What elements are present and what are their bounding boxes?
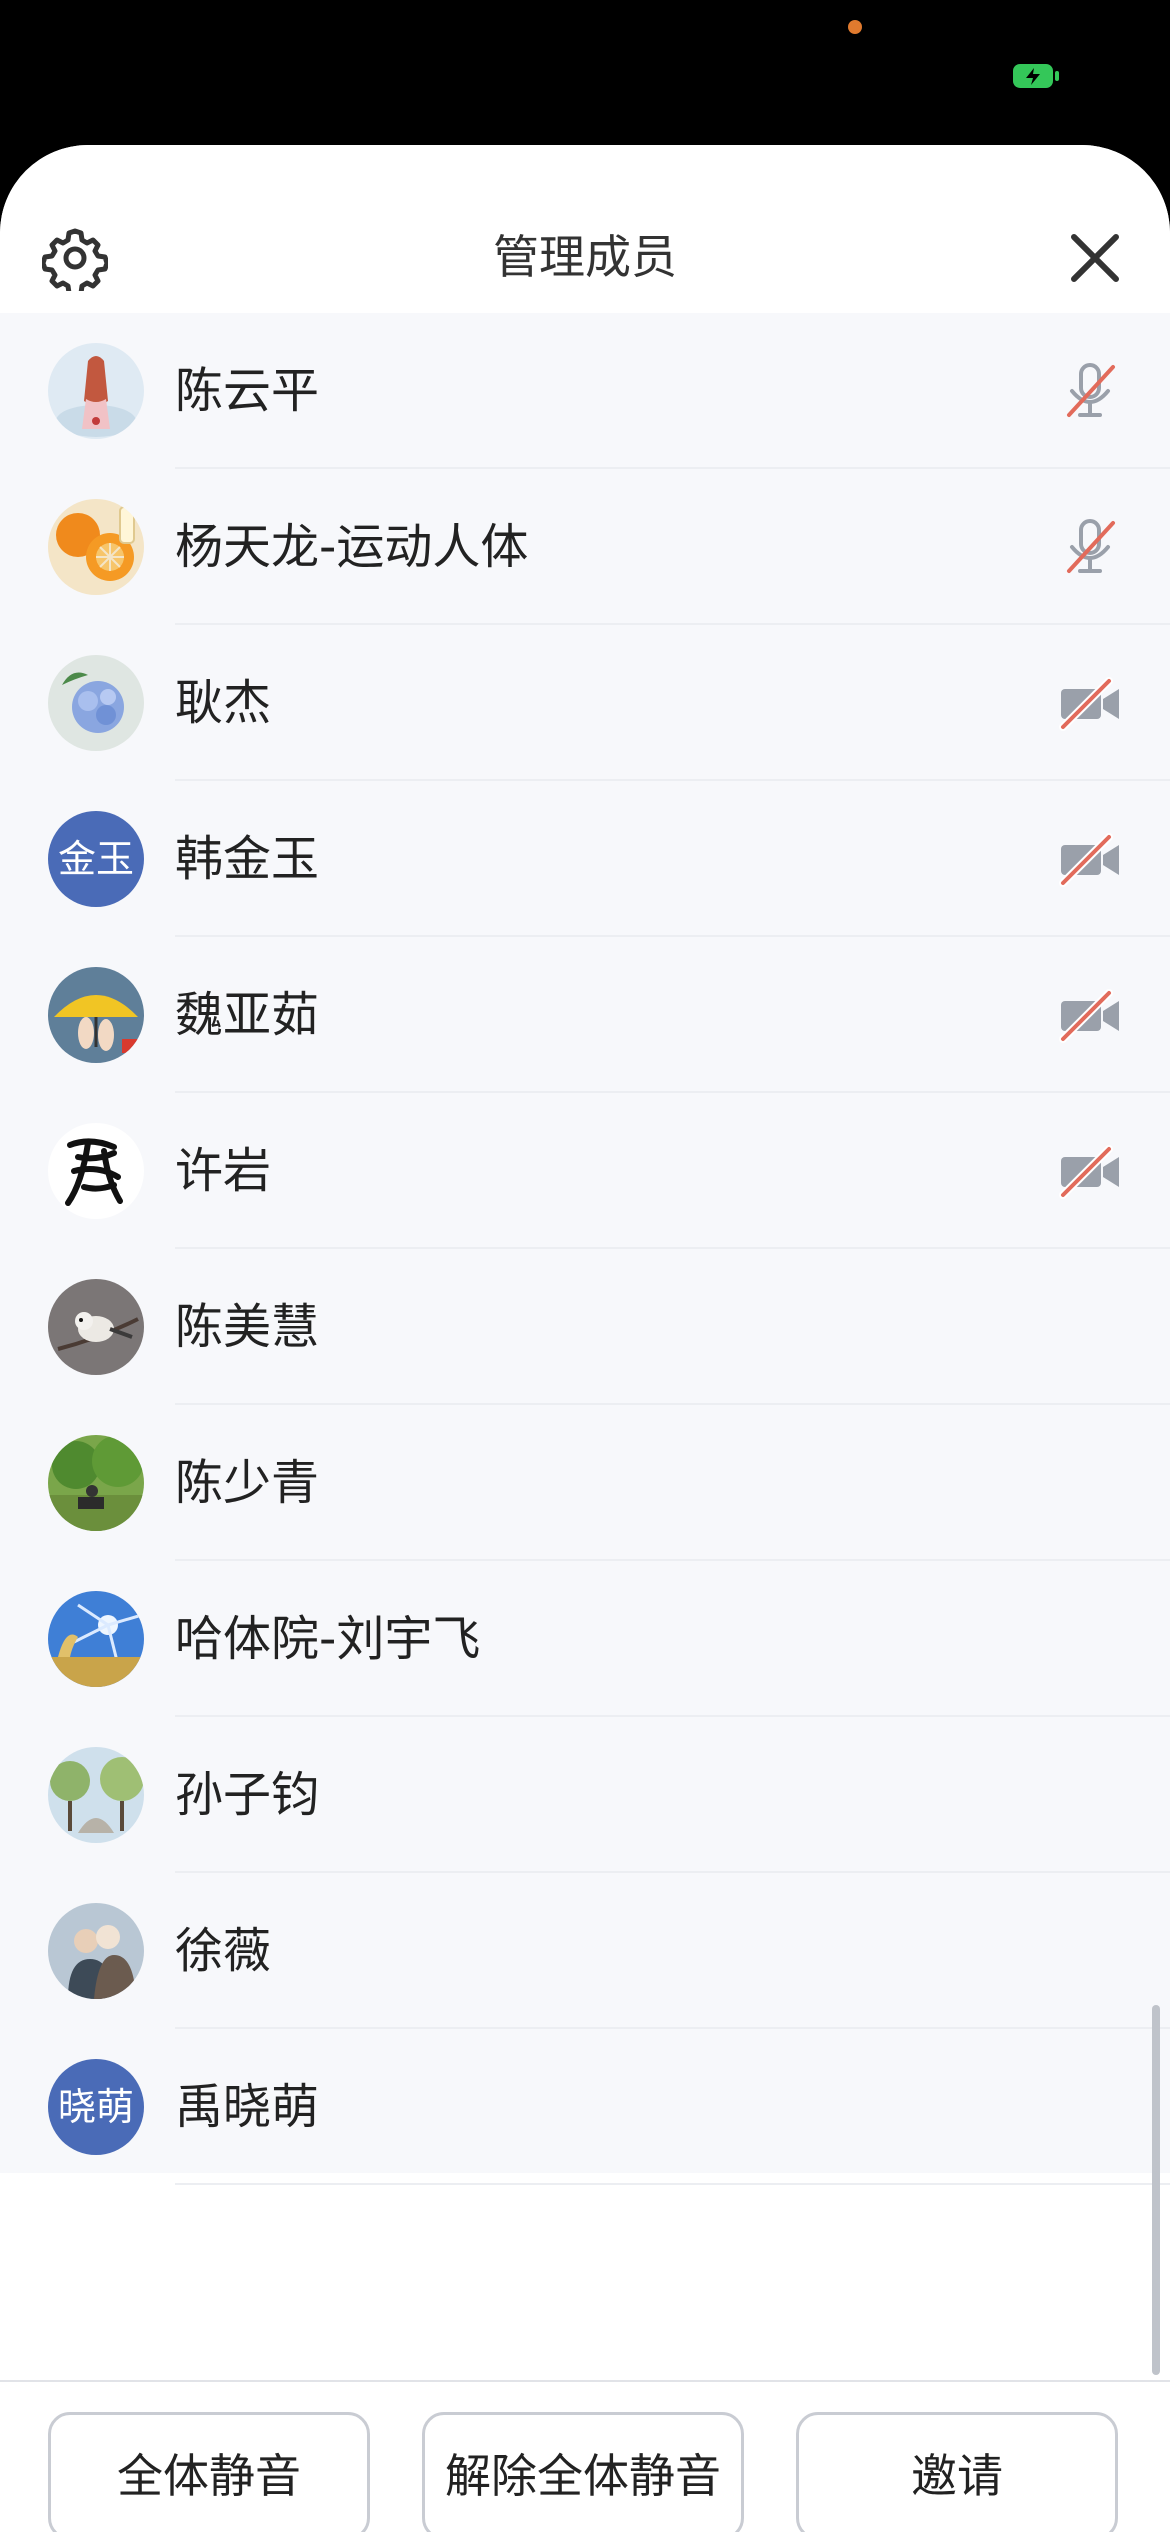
- member-row[interactable]: 孙子钧: [0, 1717, 1170, 1873]
- couple-avatar: [48, 1903, 144, 1999]
- member-row[interactable]: 许岩: [0, 1093, 1170, 1249]
- member-name: 禹晓萌: [175, 2079, 320, 2135]
- member-row[interactable]: 陈美慧: [0, 1249, 1170, 1405]
- umbrella-avatar: [48, 967, 144, 1063]
- video-off-icon[interactable]: [1055, 981, 1125, 1051]
- girl-painting-avatar: [48, 343, 144, 439]
- video-off-icon[interactable]: [1055, 1137, 1125, 1207]
- trees-avatar: [48, 1747, 144, 1843]
- member-row[interactable]: 杨天龙-运动人体: [0, 469, 1170, 625]
- manage-members-sheet: 管理成员 陈云平 杨天龙-运动人体 耿杰 金玉 韩金玉 魏亚茹 许岩 陈美慧 陈…: [0, 145, 1170, 2532]
- text-avatar: 晓萌: [48, 2059, 144, 2155]
- row-divider: [175, 2183, 1170, 2185]
- sheet-header: 管理成员: [0, 145, 1170, 313]
- list-scrollbar[interactable]: [1152, 2005, 1160, 2375]
- member-row[interactable]: 徐薇: [0, 1873, 1170, 2029]
- member-name: 杨天龙-运动人体: [175, 519, 529, 575]
- unmute-all-button[interactable]: 解除全体静音: [422, 2412, 744, 2532]
- member-name: 陈美慧: [175, 1299, 320, 1355]
- member-name: 韩金玉: [175, 831, 320, 887]
- member-row[interactable]: 晓萌 禹晓萌: [0, 2029, 1170, 2185]
- battery-charging-icon: [1013, 64, 1059, 88]
- invite-button[interactable]: 邀请: [796, 2412, 1118, 2532]
- member-row[interactable]: 金玉 韩金玉: [0, 781, 1170, 937]
- text-avatar: 金玉: [48, 811, 144, 907]
- close-icon[interactable]: [1062, 225, 1128, 291]
- member-name: 陈云平: [175, 363, 320, 419]
- page-title: 管理成员: [493, 230, 677, 284]
- video-off-icon[interactable]: [1055, 669, 1125, 739]
- video-off-icon[interactable]: [1055, 825, 1125, 895]
- member-row[interactable]: 耿杰: [0, 625, 1170, 781]
- mic-muted-icon[interactable]: [1055, 357, 1125, 427]
- member-list[interactable]: 陈云平 杨天龙-运动人体 耿杰 金玉 韩金玉 魏亚茹 许岩 陈美慧 陈少青 哈体…: [0, 313, 1170, 2185]
- mic-muted-icon[interactable]: [1055, 513, 1125, 583]
- member-name: 耿杰: [175, 675, 272, 731]
- privacy-indicator-dot: [848, 20, 862, 34]
- mute-all-button[interactable]: 全体静音: [48, 2412, 370, 2532]
- member-name: 徐薇: [175, 1923, 272, 1979]
- member-row[interactable]: 魏亚茹: [0, 937, 1170, 1093]
- footer-divider: [0, 2380, 1170, 2382]
- member-name: 许岩: [175, 1143, 272, 1199]
- blue-flowers-avatar: [48, 655, 144, 751]
- member-name: 魏亚茹: [175, 987, 320, 1043]
- bird-avatar: [48, 1279, 144, 1375]
- calligraphy-avatar: [48, 1123, 144, 1219]
- park-avatar: [48, 1435, 144, 1531]
- member-row[interactable]: 陈少青: [0, 1405, 1170, 1561]
- oranges-avatar: [48, 499, 144, 595]
- member-name: 哈体院-刘宇飞: [175, 1611, 481, 1667]
- member-row[interactable]: 陈云平: [0, 313, 1170, 469]
- member-name: 陈少青: [175, 1455, 320, 1511]
- member-row[interactable]: 哈体院-刘宇飞: [0, 1561, 1170, 1717]
- status-bar: [0, 0, 1170, 150]
- member-name: 孙子钧: [175, 1767, 320, 1823]
- sky-avatar: [48, 1591, 144, 1687]
